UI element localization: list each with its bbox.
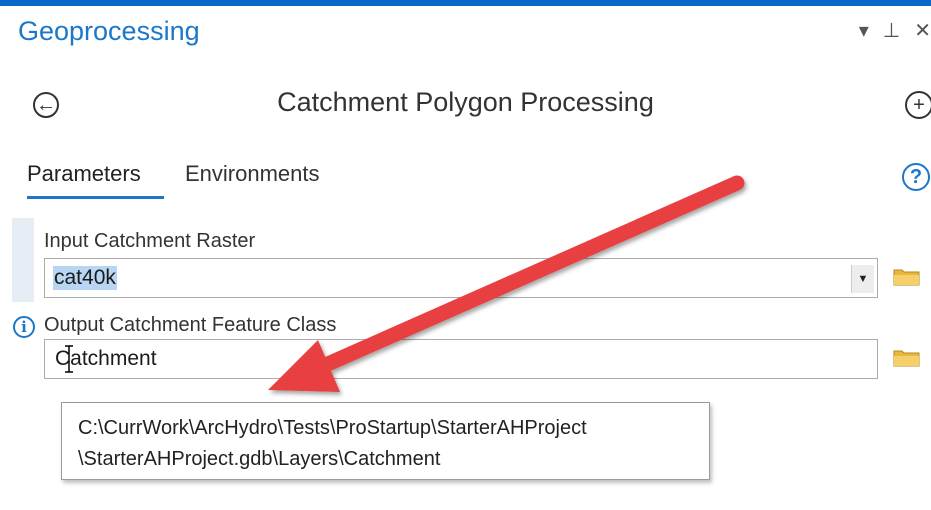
pane-controls: ▾ ⊥ ✕ <box>845 18 931 43</box>
tab-parameters[interactable]: Parameters <box>27 161 141 187</box>
active-parameter-indicator <box>12 218 34 302</box>
pin-icon[interactable]: ⊥ <box>883 18 900 43</box>
pane-menu-icon[interactable]: ▾ <box>859 18 869 43</box>
path-tooltip: C:\CurrWork\ArcHydro\Tests\ProStartup\St… <box>61 402 710 480</box>
input-raster-label: Input Catchment Raster <box>44 230 256 252</box>
tooltip-line-2: \StarterAHProject.gdb\Layers\Catchment <box>78 448 441 470</box>
output-fc-field[interactable]: Catchment <box>44 339 878 379</box>
tab-environments[interactable]: Environments <box>185 161 320 187</box>
pane-title: Geoprocessing <box>18 16 200 46</box>
folder-icon[interactable] <box>893 267 921 287</box>
tooltip-line-1: C:\CurrWork\ArcHydro\Tests\ProStartup\St… <box>78 417 587 439</box>
info-icon[interactable]: i <box>13 316 35 338</box>
chevron-down-icon[interactable]: ▼ <box>851 265 874 293</box>
pane-top-accent <box>0 0 931 6</box>
output-fc-label: Output Catchment Feature Class <box>44 314 337 336</box>
active-tab-indicator <box>27 196 164 199</box>
help-icon[interactable]: ? <box>902 163 930 191</box>
input-raster-value[interactable]: cat40k <box>53 266 117 290</box>
close-icon[interactable]: ✕ <box>914 18 931 43</box>
tool-title: Catchment Polygon Processing <box>277 87 654 117</box>
folder-icon[interactable] <box>893 348 921 368</box>
input-raster-field[interactable]: cat40k <box>44 258 878 298</box>
text-cursor-icon <box>65 345 73 373</box>
plus-icon[interactable]: + <box>905 91 931 119</box>
